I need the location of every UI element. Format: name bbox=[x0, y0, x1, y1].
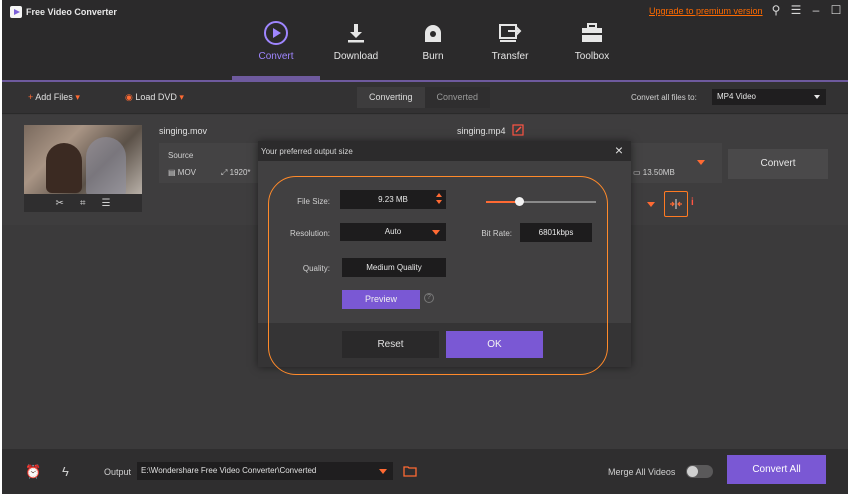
resolution-icon: ⤢ bbox=[221, 168, 230, 177]
toolbox-icon bbox=[582, 23, 602, 42]
status-segment: Converting Converted bbox=[357, 87, 491, 108]
source-format-text: MOV bbox=[177, 168, 197, 177]
load-dvd-button[interactable]: ◉ Load DVD ▾ bbox=[125, 92, 184, 103]
source-resolution-text: 1920* bbox=[229, 168, 251, 177]
chevron-down-icon[interactable]: ▾ bbox=[75, 92, 80, 102]
dialog-title: Your preferred output size bbox=[261, 147, 353, 156]
tab-label: Download bbox=[333, 51, 379, 62]
menu-icon[interactable]: ☰ bbox=[790, 3, 802, 17]
app-title: Free Video Converter bbox=[26, 7, 117, 17]
chevron-down-icon bbox=[814, 95, 820, 99]
add-files-button[interactable]: + Add Files ▾ bbox=[28, 92, 80, 103]
output-size-text: 13.50MB bbox=[642, 168, 675, 177]
output-file-name: singing.mp4 bbox=[457, 126, 506, 136]
convert-all-button[interactable]: Convert All bbox=[727, 455, 826, 484]
tab-converted[interactable]: Converted bbox=[424, 87, 491, 108]
source-label: Source bbox=[168, 151, 194, 160]
app-logo-icon bbox=[10, 6, 22, 18]
search-icon[interactable]: ⚲ bbox=[770, 3, 782, 17]
burn-icon bbox=[425, 25, 441, 42]
merge-toggle[interactable] bbox=[686, 465, 713, 478]
tab-toolbox[interactable]: Toolbox bbox=[552, 20, 632, 62]
tab-converting[interactable]: Converting bbox=[357, 87, 425, 108]
convert-all-label: Convert all files to: bbox=[631, 93, 697, 102]
source-resolution: ⤢ 1920* bbox=[221, 168, 251, 178]
app-window: Free Video Converter Upgrade to premium … bbox=[2, 0, 848, 494]
maximize-icon[interactable]: ☐ bbox=[830, 3, 842, 17]
tab-convert[interactable]: Convert bbox=[232, 20, 320, 80]
bottom-bar: ⏰ ϟ Output E:\Wondershare Free Video Con… bbox=[2, 449, 848, 494]
output-info-box bbox=[630, 143, 722, 183]
source-file-name: singing.mov bbox=[159, 126, 208, 136]
thumbnail-toolbar: ✂ ⌗ ☰ bbox=[24, 194, 142, 212]
tab-download[interactable]: Download bbox=[316, 20, 396, 62]
info-icon[interactable]: i bbox=[691, 197, 694, 208]
output-settings-dropdown-icon[interactable] bbox=[697, 160, 705, 165]
chevron-down-icon bbox=[379, 469, 387, 474]
folder-icon: ▭ bbox=[633, 168, 643, 177]
source-format: ▤ MOV bbox=[168, 168, 196, 177]
output-path-value: E:\Wondershare Free Video Converter\Conv… bbox=[141, 466, 317, 475]
film-icon: ▤ bbox=[168, 168, 178, 177]
output-path-select[interactable]: E:\Wondershare Free Video Converter\Conv… bbox=[137, 462, 393, 480]
download-icon bbox=[348, 24, 364, 43]
alarm-clock-icon[interactable]: ⏰ bbox=[25, 464, 41, 480]
tab-label: Transfer bbox=[491, 51, 529, 62]
lightning-icon[interactable]: ϟ bbox=[62, 464, 69, 479]
add-files-label: Add Files bbox=[35, 92, 73, 102]
plus-icon: + bbox=[28, 92, 34, 102]
load-dvd-label: Load DVD bbox=[135, 92, 177, 102]
transfer-icon bbox=[499, 24, 522, 42]
merge-all-label: Merge All Videos bbox=[608, 467, 676, 477]
effects-icon[interactable]: ☰ bbox=[102, 198, 111, 209]
tab-transfer[interactable]: Transfer bbox=[470, 20, 550, 62]
convert-all-format-select[interactable]: MP4 Video bbox=[712, 89, 826, 105]
quality-dropdown-icon[interactable] bbox=[647, 202, 655, 207]
compress-icon bbox=[670, 199, 682, 209]
trim-icon[interactable]: ✂ bbox=[56, 198, 64, 209]
convert-icon bbox=[264, 21, 288, 45]
tab-label: Toolbox bbox=[574, 51, 610, 62]
highlight-annotation bbox=[268, 176, 608, 375]
tab-burn[interactable]: Burn bbox=[393, 20, 473, 62]
tab-label: Burn bbox=[422, 51, 444, 62]
edit-icon[interactable] bbox=[512, 124, 524, 136]
dvd-icon: ◉ bbox=[125, 92, 133, 102]
tab-label: Convert bbox=[258, 51, 294, 62]
output-size: ▭ 13.50MB bbox=[633, 168, 675, 177]
toolbar: + Add Files ▾ ◉ Load DVD ▾ Converting Co… bbox=[2, 82, 848, 114]
convert-button[interactable]: Convert bbox=[728, 149, 828, 179]
crop-icon[interactable]: ⌗ bbox=[80, 198, 86, 209]
format-value: MP4 Video bbox=[717, 92, 756, 101]
minimize-icon[interactable]: – bbox=[810, 3, 822, 17]
close-icon[interactable]: × bbox=[615, 142, 623, 158]
compress-button[interactable] bbox=[664, 191, 688, 217]
window-controls: ⚲ ☰ – ☐ ✕ bbox=[770, 3, 850, 17]
folder-icon[interactable] bbox=[403, 465, 417, 477]
chevron-down-icon[interactable]: ▾ bbox=[179, 92, 184, 102]
output-label: Output bbox=[104, 467, 132, 477]
top-bar: Free Video Converter Upgrade to premium … bbox=[2, 0, 848, 80]
upgrade-link[interactable]: Upgrade to premium version bbox=[649, 6, 763, 16]
